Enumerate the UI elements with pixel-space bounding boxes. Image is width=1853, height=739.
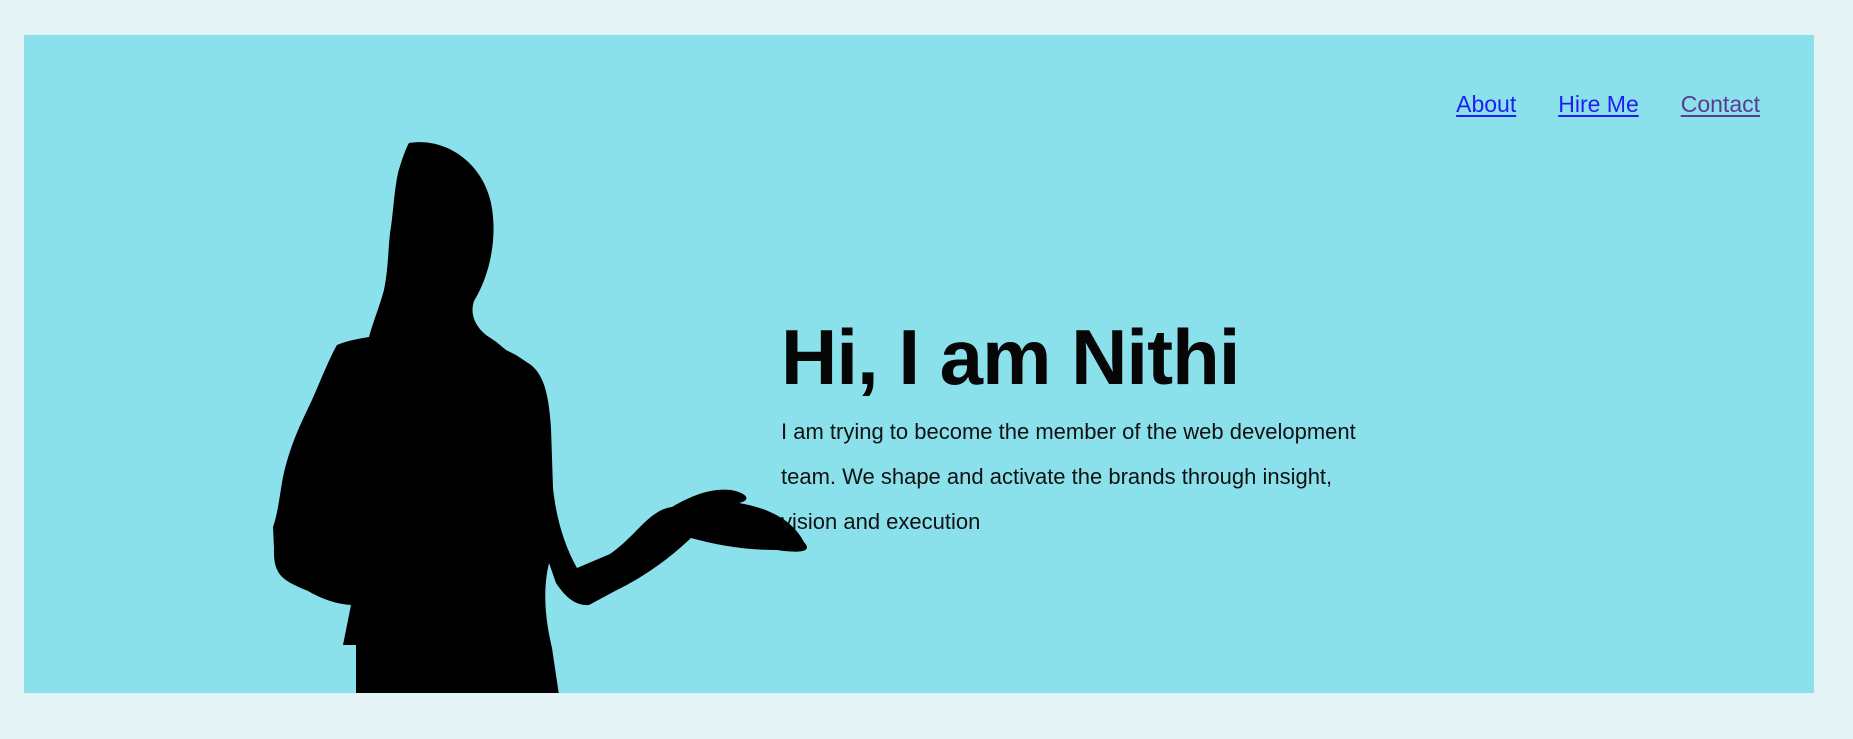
nav-link-about[interactable]: About bbox=[1456, 91, 1516, 118]
page-title: Hi, I am Nithi bbox=[781, 313, 1240, 401]
hero-description: I am trying to become the member of the … bbox=[781, 419, 1356, 534]
nav-link-hire-me[interactable]: Hire Me bbox=[1558, 91, 1639, 118]
woman-silhouette-image bbox=[244, 125, 814, 693]
nav-link-contact[interactable]: Contact bbox=[1681, 91, 1760, 118]
hero-section: About Hire Me Contact Hi, I am Nithi I a… bbox=[24, 35, 1814, 693]
top-navigation: About Hire Me Contact bbox=[1456, 91, 1760, 118]
woman-silhouette-svg bbox=[273, 142, 807, 693]
hero-content: Hi, I am Nithi I am trying to become the… bbox=[781, 318, 1391, 544]
